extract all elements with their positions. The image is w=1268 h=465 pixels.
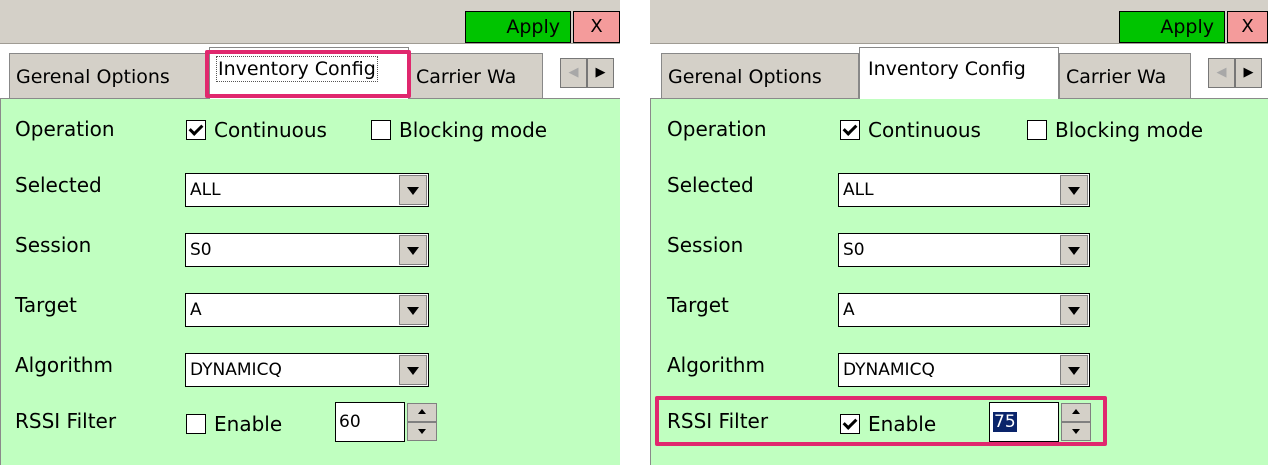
tab-strip: Gerenal Options Inventory Config Carrier… — [650, 44, 1268, 99]
blocking-mode-label: Blocking mode — [1055, 118, 1204, 142]
right-screen: Apply X Gerenal Options Inventory Config… — [650, 0, 1268, 465]
selected-label: Selected — [667, 173, 754, 197]
rssi-threshold-stepper[interactable]: 75 — [989, 402, 1091, 442]
algorithm-dropdown[interactable]: DYNAMICQ — [838, 353, 1090, 387]
rssi-filter-label: RSSI Filter — [667, 409, 769, 433]
tab-scroll-arrows: ◀ ▶ — [560, 58, 614, 88]
blocking-mode-checkbox[interactable]: Blocking mode — [371, 117, 547, 143]
spin-up-icon[interactable] — [1061, 403, 1091, 422]
blocking-mode-box — [1027, 120, 1047, 140]
operation-label: Operation — [15, 117, 115, 141]
tab-label: Inventory Config — [216, 56, 378, 82]
tab-carrier-wave[interactable]: Carrier Wa — [1059, 53, 1191, 98]
selected-value: ALL — [190, 180, 221, 200]
continuous-box — [840, 120, 860, 140]
continuous-checkbox[interactable]: Continuous — [186, 117, 327, 143]
session-label: Session — [667, 233, 744, 257]
operation-label: Operation — [667, 117, 767, 141]
spin-up-icon[interactable] — [407, 403, 437, 422]
tab-label: Gerenal Options — [16, 66, 170, 88]
rssi-enable-label: Enable — [868, 412, 937, 436]
selected-dropdown[interactable]: ALL — [838, 173, 1090, 207]
inventory-config-pane: Operation Continuous Blocking mode Selec… — [0, 98, 620, 465]
selected-dropdown[interactable]: ALL — [185, 173, 429, 207]
session-dropdown[interactable]: S0 — [185, 233, 429, 267]
tab-inventory-config[interactable]: Inventory Config — [859, 47, 1059, 99]
apply-button[interactable]: Apply — [465, 11, 571, 43]
algorithm-label: Algorithm — [667, 353, 765, 377]
spin-buttons — [407, 403, 437, 441]
tab-label: Carrier Wa — [416, 66, 517, 88]
continuous-box — [186, 120, 206, 140]
target-label: Target — [15, 293, 77, 317]
rssi-threshold-value: 60 — [339, 412, 361, 432]
rssi-enable-box — [186, 414, 206, 434]
top-bar: Apply X — [0, 0, 620, 44]
target-label: Target — [667, 293, 729, 317]
rssi-enable-checkbox[interactable]: Enable — [186, 411, 282, 437]
session-value: S0 — [843, 240, 865, 260]
top-bar: Apply X — [650, 0, 1268, 44]
tab-scroll-right-icon[interactable]: ▶ — [587, 58, 614, 88]
close-button[interactable]: X — [573, 11, 620, 43]
tab-scroll-left-icon[interactable]: ◀ — [560, 58, 587, 88]
tab-label: Gerenal Options — [668, 66, 822, 88]
session-dropdown[interactable]: S0 — [838, 233, 1090, 267]
chevron-down-icon[interactable] — [1060, 235, 1088, 265]
rssi-threshold-input[interactable]: 60 — [335, 402, 405, 442]
tab-label: Carrier Wa — [1066, 66, 1167, 88]
continuous-label: Continuous — [214, 118, 327, 142]
continuous-label: Continuous — [868, 118, 981, 142]
rssi-threshold-input[interactable]: 75 — [989, 402, 1059, 442]
target-dropdown[interactable]: A — [185, 293, 429, 327]
chevron-down-icon[interactable] — [1060, 295, 1088, 325]
target-value: A — [190, 300, 202, 320]
left-screen: Apply X Gerenal Options Inventory Config… — [0, 0, 620, 465]
session-label: Session — [15, 233, 92, 257]
chevron-down-icon[interactable] — [1060, 175, 1088, 205]
rssi-enable-label: Enable — [214, 412, 283, 436]
tab-inventory-config[interactable]: Inventory Config — [209, 47, 409, 99]
algorithm-dropdown[interactable]: DYNAMICQ — [185, 353, 429, 387]
spin-buttons — [1061, 403, 1091, 441]
close-button[interactable]: X — [1227, 11, 1268, 43]
tab-scroll-right-icon[interactable]: ▶ — [1235, 58, 1262, 88]
tab-scroll-arrows: ◀ ▶ — [1208, 58, 1262, 88]
chevron-down-icon[interactable] — [399, 295, 427, 325]
target-value: A — [843, 300, 855, 320]
tab-scroll-left-icon[interactable]: ◀ — [1208, 58, 1235, 88]
chevron-down-icon[interactable] — [399, 175, 427, 205]
tab-general-options[interactable]: Gerenal Options — [9, 53, 209, 98]
tab-label: Inventory Config — [868, 58, 1026, 80]
inventory-config-pane: Operation Continuous Blocking mode Selec… — [650, 98, 1268, 465]
chevron-down-icon[interactable] — [399, 355, 427, 385]
chevron-down-icon[interactable] — [399, 235, 427, 265]
algorithm-value: DYNAMICQ — [190, 360, 282, 380]
apply-button[interactable]: Apply — [1119, 11, 1225, 43]
selected-label: Selected — [15, 173, 102, 197]
rssi-enable-checkbox[interactable]: Enable — [840, 411, 936, 437]
blocking-mode-box — [371, 120, 391, 140]
spin-down-icon[interactable] — [407, 422, 437, 441]
algorithm-label: Algorithm — [15, 353, 113, 377]
session-value: S0 — [190, 240, 212, 260]
rssi-threshold-value: 75 — [993, 412, 1017, 432]
selected-value: ALL — [843, 180, 874, 200]
tab-general-options[interactable]: Gerenal Options — [661, 53, 859, 98]
rssi-enable-box — [840, 414, 860, 434]
spin-down-icon[interactable] — [1061, 422, 1091, 441]
tab-carrier-wave[interactable]: Carrier Wa — [409, 53, 543, 98]
blocking-mode-label: Blocking mode — [399, 118, 548, 142]
algorithm-value: DYNAMICQ — [843, 360, 935, 380]
tab-strip: Gerenal Options Inventory Config Carrier… — [0, 44, 620, 99]
chevron-down-icon[interactable] — [1060, 355, 1088, 385]
rssi-threshold-stepper[interactable]: 60 — [335, 402, 437, 442]
rssi-filter-label: RSSI Filter — [15, 409, 117, 433]
target-dropdown[interactable]: A — [838, 293, 1090, 327]
blocking-mode-checkbox[interactable]: Blocking mode — [1027, 117, 1203, 143]
continuous-checkbox[interactable]: Continuous — [840, 117, 981, 143]
